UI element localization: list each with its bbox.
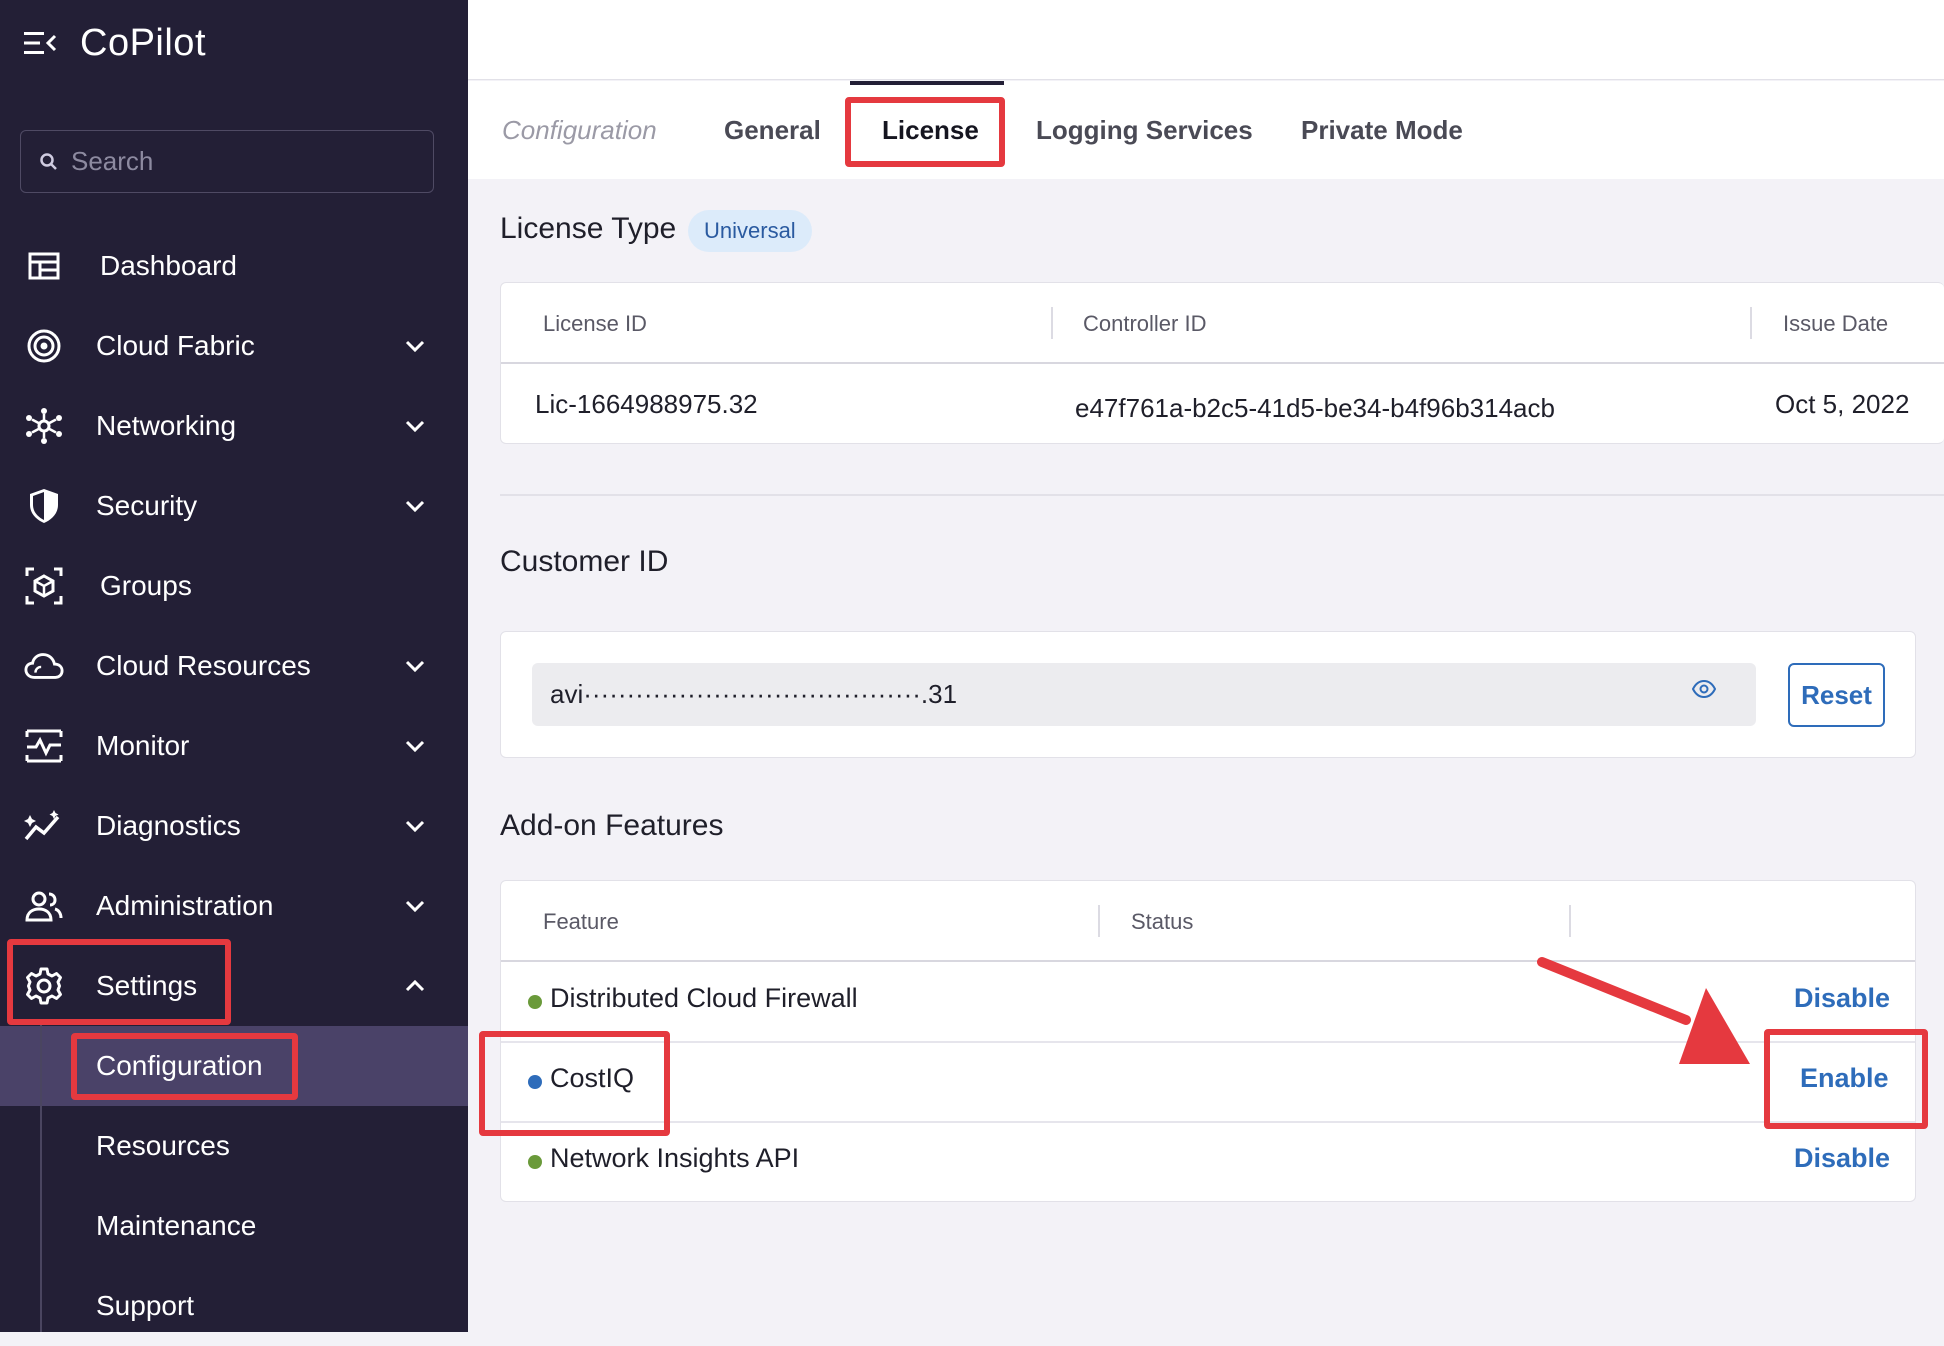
sidebar-subitem-label: Maintenance [96, 1210, 257, 1241]
feature-name: CostIQ [550, 1063, 635, 1093]
cloud-fabric-icon [24, 326, 64, 366]
sidebar-item-groups[interactable]: Groups [0, 546, 468, 626]
sidebar-item-label: Dashboard [100, 250, 237, 281]
column-divider [1098, 905, 1100, 937]
license-table: License ID Controller ID Issue Date Lic-… [500, 282, 1944, 444]
cloud-icon [24, 646, 64, 686]
sidebar-subitem-label: Support [96, 1290, 195, 1321]
sidebar-subitem-maintenance[interactable]: Maintenance [0, 1186, 468, 1266]
menu-collapse-icon[interactable] [24, 30, 58, 56]
customer-id-heading: Customer ID [500, 545, 669, 578]
sidebar-item-diagnostics[interactable]: Diagnostics [0, 786, 468, 866]
sidebar-item-label: Security [96, 490, 198, 521]
sidebar-item-dashboard[interactable]: Dashboard [0, 226, 468, 306]
sidebar-item-label: Groups [100, 570, 192, 601]
sidebar-item-label: Cloud Resources [96, 650, 311, 681]
license-type-heading: License Type [500, 212, 677, 245]
tab-logging-services[interactable]: Logging Services [1036, 81, 1253, 179]
chevron-down-icon[interactable] [398, 409, 432, 443]
addon-features-heading: Add-on Features [500, 809, 724, 842]
top-bar [468, 0, 1944, 80]
app-title: CoPilot [80, 21, 206, 64]
addon-col-header: Status [1131, 909, 1194, 934]
disable-button[interactable]: Disable [1794, 983, 1890, 1014]
disable-button[interactable]: Disable [1794, 1143, 1890, 1174]
sidebar-subitem-label: Resources [96, 1130, 230, 1161]
tab-private-mode[interactable]: Private Mode [1301, 81, 1463, 179]
license-col-header: Controller ID [1083, 311, 1207, 336]
enable-button[interactable]: Enable [1800, 1063, 1889, 1094]
table-header-divider [501, 362, 1944, 364]
column-divider [1750, 307, 1752, 339]
chevron-down-icon[interactable] [398, 729, 432, 763]
chevron-down-icon[interactable] [398, 329, 432, 363]
search-box[interactable] [20, 130, 434, 193]
column-divider [1569, 905, 1571, 937]
sidebar-item-label: Monitor [96, 730, 190, 761]
chevron-down-icon[interactable] [398, 649, 432, 683]
monitor-icon [24, 726, 64, 766]
license-col-header: Issue Date [1783, 311, 1889, 336]
gear-icon [24, 966, 64, 1006]
annotation-arrow [1537, 957, 1750, 1064]
submenu-guide-line [40, 1025, 42, 1332]
status-dot [528, 1075, 542, 1089]
sidebar-subitem-configuration[interactable]: Configuration [0, 1026, 468, 1106]
sidebar-subitem-support[interactable]: Support [0, 1266, 468, 1346]
networking-icon [24, 406, 64, 446]
sidebar-item-monitor[interactable]: Monitor [0, 706, 468, 786]
sidebar-item-settings[interactable]: Settings [0, 946, 468, 1026]
shield-icon [24, 486, 64, 526]
sidebar-item-networking[interactable]: Networking [0, 386, 468, 466]
table-row: Network Insights API Disable [502, 1121, 1916, 1201]
sidebar-subitem-resources[interactable]: Resources [0, 1106, 468, 1186]
chevron-up-icon[interactable] [398, 969, 432, 1003]
sidebar-item-label: Diagnostics [96, 810, 241, 841]
reset-button[interactable]: Reset [1788, 663, 1885, 727]
sidebar-item-administration[interactable]: Administration [0, 866, 468, 946]
active-tab-indicator [850, 81, 1004, 85]
search-input[interactable] [71, 146, 411, 177]
sidebar: CoPilot Dashboard Cloud Fabric Networkin… [0, 0, 468, 1332]
sidebar-item-cloud-fabric[interactable]: Cloud Fabric [0, 306, 468, 386]
feature-name: Distributed Cloud Firewall [550, 983, 858, 1013]
addon-col-header: Feature [543, 909, 619, 934]
column-divider [1051, 307, 1053, 339]
breadcrumb[interactable]: Configuration [502, 81, 657, 179]
search-icon [39, 152, 59, 172]
sidebar-subitem-label: Configuration [96, 1050, 263, 1081]
chevron-down-icon[interactable] [398, 489, 432, 523]
customer-id-field[interactable]: avi·····································… [532, 663, 1756, 726]
users-icon [24, 886, 64, 926]
brand: CoPilot [24, 18, 206, 68]
chevron-down-icon[interactable] [398, 889, 432, 923]
sidebar-item-label: Networking [96, 410, 237, 441]
status-dot [528, 1155, 542, 1169]
issue-date-value: Oct 5, 2022 [1775, 389, 1910, 419]
status-dot [528, 995, 542, 1009]
sidebar-item-label: Settings [96, 970, 198, 1001]
feature-name: Network Insights API [550, 1143, 800, 1173]
customer-id-value: avi·····································… [550, 679, 958, 709]
sidebar-item-cloud-resources[interactable]: Cloud Resources [0, 626, 468, 706]
groups-icon [24, 566, 64, 606]
sidebar-item-label: Administration [96, 890, 274, 921]
license-type-badge: Universal [688, 210, 812, 252]
chevron-down-icon[interactable] [398, 809, 432, 843]
license-col-header: License ID [543, 311, 647, 336]
tab-general[interactable]: General [724, 81, 821, 179]
eye-icon[interactable] [1691, 679, 1717, 703]
dashboard-icon [24, 246, 64, 286]
diagnostics-icon [24, 806, 64, 846]
tab-bar: Configuration General License Logging Se… [468, 81, 1944, 179]
sidebar-item-security[interactable]: Security [0, 466, 468, 546]
sidebar-item-label: Cloud Fabric [96, 330, 255, 361]
license-id-value: Lic-1664988975.32 [535, 389, 758, 419]
section-divider [500, 494, 1944, 496]
controller-id-value: e47f761a-b2c5-41d5-be34-b4f96b314acb [1075, 393, 1555, 423]
tab-license[interactable]: License [882, 81, 979, 179]
